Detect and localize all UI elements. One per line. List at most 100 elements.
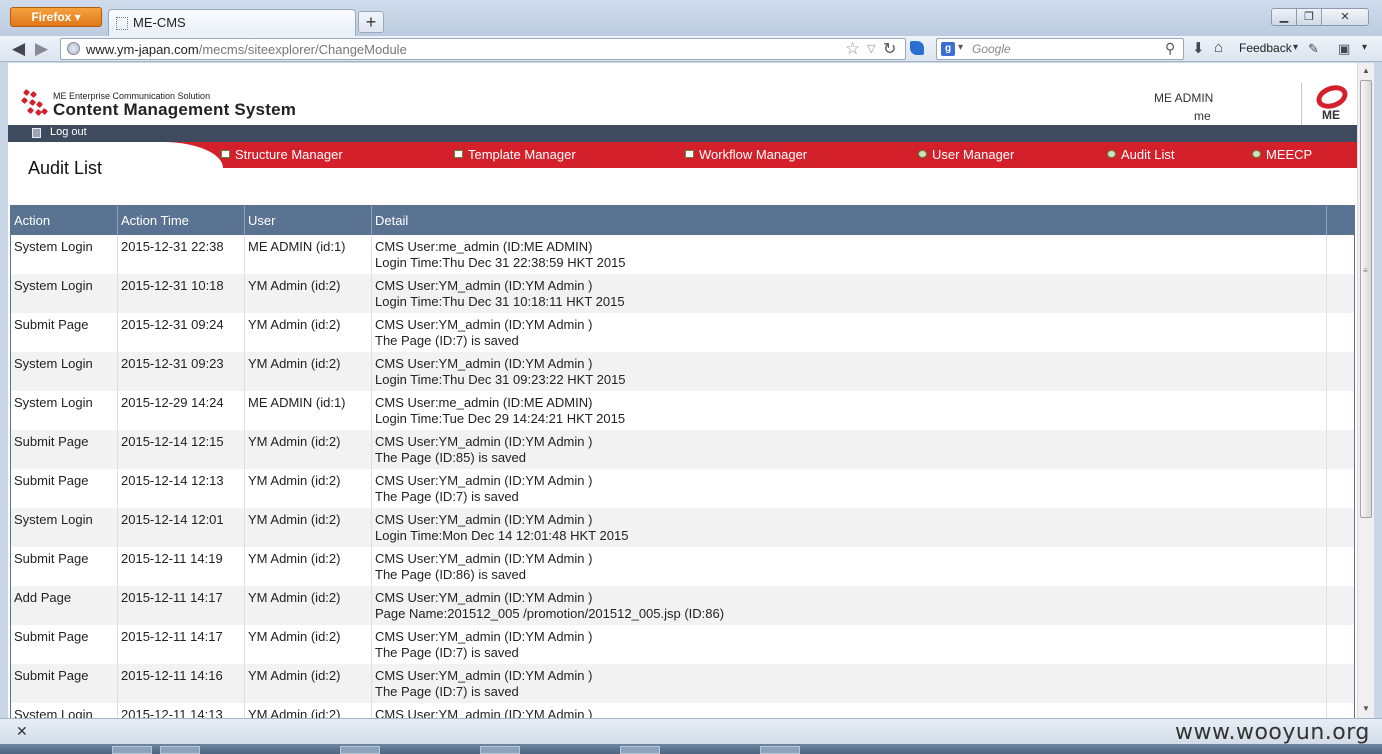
detail-line: CMS User:YM_admin (ID:YM Admin ) (375, 590, 593, 605)
logout-icon[interactable] (32, 128, 41, 138)
firefox-menu-button[interactable]: Firefox ▾ (10, 7, 102, 27)
action-cell: Submit Page (11, 547, 118, 586)
close-icon[interactable]: ✕ (16, 723, 28, 740)
chevron-down-icon[interactable]: ▾ (1362, 42, 1367, 53)
star-icon[interactable]: ☆ (845, 39, 860, 59)
extension-icon[interactable] (910, 41, 924, 55)
user-cell: YM Admin (id:2) (245, 547, 372, 586)
user-cell: YM Admin (id:2) (245, 352, 372, 391)
browser-tab[interactable]: ME-CMS (108, 9, 356, 36)
reload-icon[interactable]: ↻ (883, 39, 896, 59)
table-row[interactable]: Submit Page 2015-12-11 14:16 YM Admin (id:… (11, 664, 1354, 703)
wrench-icon (1252, 150, 1261, 158)
table-row[interactable]: Submit Page 2015-12-14 12:13 YM Admin (id:… (11, 469, 1354, 508)
home-icon[interactable]: ⌂ (1214, 39, 1223, 56)
detail-cell: CMS User:YM_admin (ID:YM Admin ) Page Nam… (372, 586, 1327, 625)
logout-link[interactable]: Log out (50, 126, 87, 138)
addon-icon[interactable]: ✎ (1308, 41, 1319, 57)
menu-item-workflow-manager[interactable]: Workflow Manager (685, 147, 807, 162)
scrollbar-thumb[interactable]: ≡ (1360, 80, 1372, 518)
table-row[interactable]: System Login 2015-12-31 22:38 ME ADMIN (id… (11, 235, 1354, 274)
table-row[interactable]: Submit Page 2015-12-14 12:15 YM Admin (id:… (11, 430, 1354, 469)
search-icon[interactable]: ⚲ (1165, 40, 1175, 57)
taskbar-item[interactable] (480, 746, 520, 754)
detail-cell: CMS User:YM_admin (ID:YM Admin ) The Page… (372, 625, 1327, 664)
url-text[interactable]: www.ym-japan.com/mecms/siteexplorer/Chan… (86, 42, 407, 57)
detail-cell: CMS User:YM_admin (ID:YM Admin ) The Page… (372, 430, 1327, 469)
user-cell: ME ADMIN (id:1) (245, 391, 372, 430)
address-bar[interactable]: www.ym-japan.com/mecms/siteexplorer/Chan… (60, 38, 906, 60)
scroll-up-icon[interactable]: ▲ (1362, 66, 1370, 75)
minimize-button[interactable]: ▁ (1271, 8, 1297, 26)
close-window-button[interactable]: ✕ (1321, 8, 1369, 26)
find-bar: ✕ www.wooyun.org (0, 718, 1382, 745)
table-row[interactable]: System Login 2015-12-14 12:01 YM Admin (id… (11, 508, 1354, 547)
taskbar-item[interactable] (620, 746, 660, 754)
taskbar-item[interactable] (340, 746, 380, 754)
taskbar-item[interactable] (112, 746, 152, 754)
action-cell: System Login (11, 352, 118, 391)
action-time-cell: 2015-12-31 09:23 (118, 352, 245, 391)
user-cell: YM Admin (id:2) (245, 508, 372, 547)
table-row[interactable]: System Login 2015-12-29 14:24 ME ADMIN (id… (11, 391, 1354, 430)
detail-line: The Page (ID:7) is saved (375, 333, 519, 348)
menu-item-user-manager[interactable]: User Manager (918, 147, 1014, 162)
new-tab-button[interactable]: + (358, 11, 384, 33)
user-cell: YM Admin (id:2) (245, 274, 372, 313)
action-time-cell: 2015-12-11 14:13 (118, 703, 245, 718)
scroll-down-icon[interactable]: ▼ (1362, 704, 1370, 713)
detail-line: CMS User:YM_admin (ID:YM Admin ) (375, 317, 593, 332)
feedback-button[interactable]: Feedback (1239, 41, 1292, 55)
browser-titlebar: Firefox ▾ ME-CMS + ▁ ❐ ✕ (0, 0, 1382, 36)
table-row[interactable]: Submit Page 2015-12-11 14:17 YM Admin (id:… (11, 625, 1354, 664)
menu-item-template-manager[interactable]: Template Manager (454, 147, 576, 162)
table-row[interactable]: Submit Page 2015-12-11 14:19 YM Admin (id:… (11, 547, 1354, 586)
menu-item-audit-list[interactable]: Audit List (1107, 147, 1174, 162)
vertical-scrollbar[interactable]: ▲ ≡ ▼ (1357, 63, 1374, 718)
table-row[interactable]: System Login 2015-12-31 09:23 YM Admin (id… (11, 352, 1354, 391)
action-cell: Submit Page (11, 625, 118, 664)
back-icon[interactable]: ◀ (12, 39, 25, 59)
grip-icon: ≡ (1363, 266, 1368, 275)
taskbar-item[interactable] (160, 746, 200, 754)
menu-item-meecp[interactable]: MEECP (1252, 147, 1312, 162)
action-cell: System Login (11, 274, 118, 313)
user-cell: YM Admin (id:2) (245, 625, 372, 664)
detail-cell: CMS User:YM_admin (ID:YM Admin ) The Page… (372, 664, 1327, 703)
table-row[interactable]: System Login 2015-12-11 14:13 YM Admin (id… (11, 703, 1354, 718)
table-header: Action Action Time User Detail (11, 206, 1354, 235)
chevron-down-icon[interactable]: ▾ (958, 42, 963, 53)
maximize-button[interactable]: ❐ (1296, 8, 1322, 26)
detail-cell: CMS User:YM_admin (ID:YM Admin ) Login Ti… (372, 352, 1327, 391)
menu-item-structure-manager[interactable]: Structure Manager (221, 147, 343, 162)
table-row[interactable]: System Login 2015-12-31 10:18 YM Admin (id… (11, 274, 1354, 313)
google-icon[interactable]: g (941, 42, 955, 56)
user-cell: YM Admin (id:2) (245, 586, 372, 625)
column-header-user[interactable]: User (245, 206, 372, 235)
table-row[interactable]: Submit Page 2015-12-31 09:24 YM Admin (id:… (11, 313, 1354, 352)
empty-cell (1327, 352, 1354, 391)
watermark: www.wooyun.org (1175, 720, 1370, 745)
action-cell: System Login (11, 508, 118, 547)
download-icon[interactable]: ⬇ (1192, 39, 1205, 57)
column-header-action-time[interactable]: Action Time (118, 206, 245, 235)
action-cell: System Login (11, 391, 118, 430)
detail-line: CMS User:YM_admin (ID:YM Admin ) (375, 278, 593, 293)
column-header-detail[interactable]: Detail (372, 206, 1327, 235)
table-row[interactable]: Add Page 2015-12-11 14:17 YM Admin (id:2) C… (11, 586, 1354, 625)
screenshot-icon[interactable]: ▣ (1338, 41, 1350, 57)
column-header-action[interactable]: Action (11, 206, 118, 235)
empty-cell (1327, 274, 1354, 313)
action-cell: System Login (11, 703, 118, 718)
user-cell: YM Admin (id:2) (245, 430, 372, 469)
forward-icon[interactable]: ▶ (35, 39, 48, 59)
search-bar[interactable]: g ▾ Google ⚲ (936, 38, 1184, 60)
empty-cell (1327, 664, 1354, 703)
search-input[interactable]: Google (972, 42, 1011, 56)
wrench-icon (918, 150, 927, 158)
detail-cell: CMS User:YM_admin (ID:YM Admin ) Login Ti… (372, 508, 1327, 547)
chevron-down-icon[interactable]: ▾ (1293, 42, 1298, 53)
taskbar-item[interactable] (760, 746, 800, 754)
chevron-down-icon[interactable]: ▽ (867, 42, 875, 55)
empty-cell (1327, 586, 1354, 625)
